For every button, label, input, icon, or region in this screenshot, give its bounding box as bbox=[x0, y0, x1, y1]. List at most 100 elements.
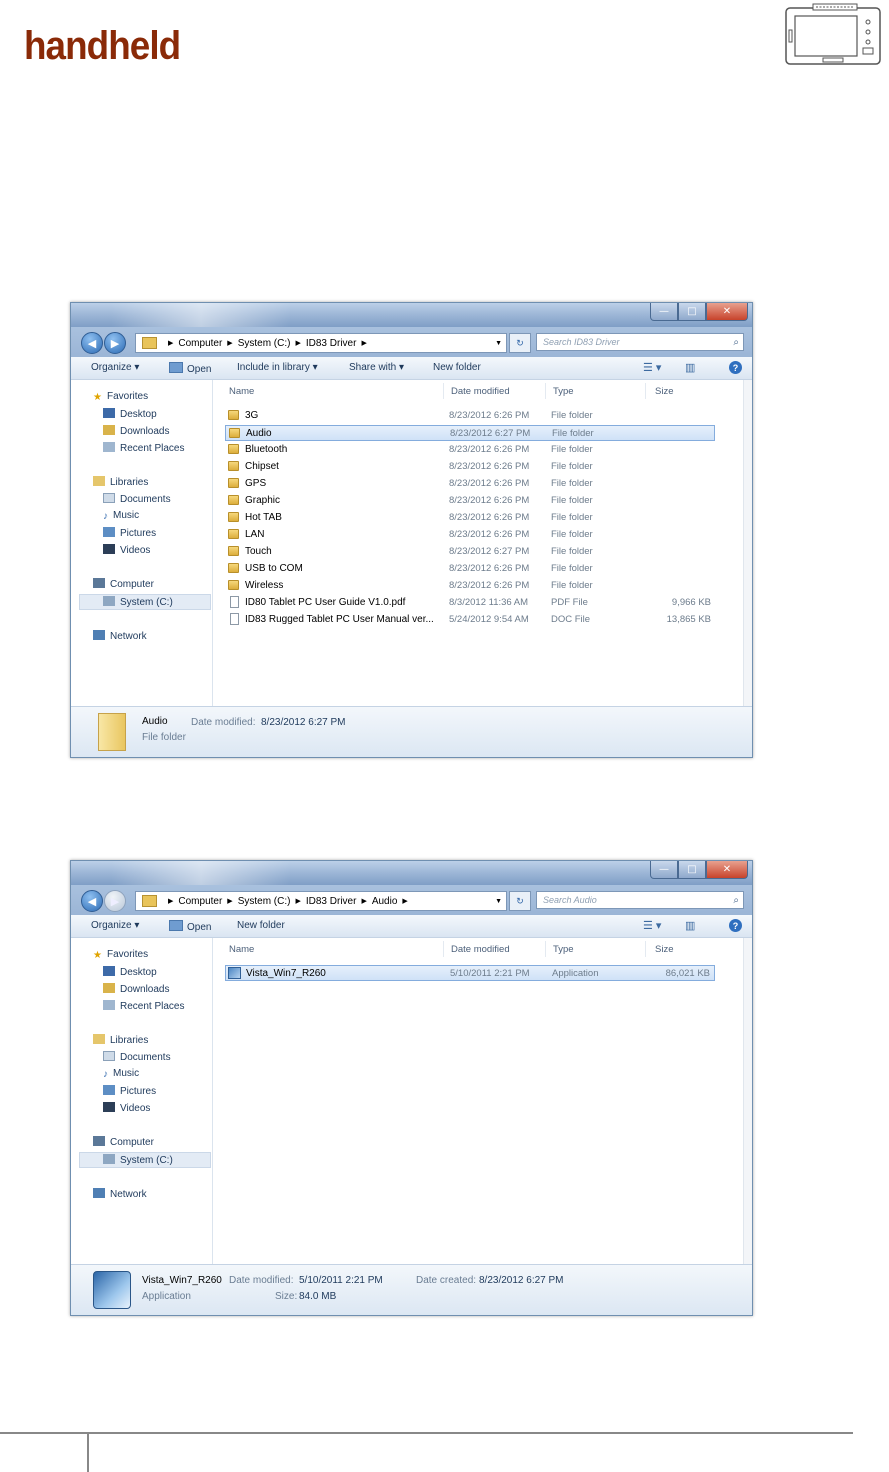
file-row[interactable]: GPS 8/23/2012 6:26 PM File folder bbox=[225, 476, 715, 492]
scrollbar[interactable] bbox=[743, 938, 752, 1265]
refresh-button[interactable]: ↻ bbox=[509, 333, 531, 353]
column-header-name[interactable]: Name bbox=[229, 944, 254, 955]
preview-pane-icon[interactable]: ▥ bbox=[685, 361, 695, 374]
folder-icon bbox=[142, 895, 157, 907]
file-row[interactable]: 3G 8/23/2012 6:26 PM File folder bbox=[225, 408, 715, 424]
nav-videos[interactable]: Videos bbox=[103, 544, 150, 556]
nav-documents[interactable]: Documents bbox=[103, 1051, 171, 1063]
title-bar[interactable]: — □ ✕ bbox=[71, 861, 752, 885]
chevron-down-icon[interactable]: ▼ bbox=[495, 340, 502, 347]
nav-label: Computer bbox=[110, 1137, 154, 1148]
forward-button[interactable]: ▶ bbox=[104, 890, 126, 912]
nav-downloads[interactable]: Downloads bbox=[103, 983, 169, 995]
scrollbar[interactable] bbox=[743, 380, 752, 707]
search-input[interactable]: Search Audio ⌕ bbox=[536, 891, 744, 909]
breadcrumb-audio[interactable]: Audio bbox=[372, 896, 398, 907]
nav-videos[interactable]: Videos bbox=[103, 1102, 150, 1114]
refresh-button[interactable]: ↻ bbox=[509, 891, 531, 911]
file-name: Wireless bbox=[245, 580, 284, 591]
search-input[interactable]: Search ID83 Driver ⌕ bbox=[536, 333, 744, 351]
minimize-button[interactable]: — bbox=[650, 861, 678, 879]
nav-network[interactable]: Network bbox=[93, 630, 147, 642]
nav-system-c[interactable]: System (C:) bbox=[103, 1154, 173, 1166]
column-header-date[interactable]: Date modified bbox=[451, 944, 510, 955]
new-folder-button[interactable]: New folder bbox=[237, 920, 285, 931]
column-header-type[interactable]: Type bbox=[553, 386, 574, 397]
file-row[interactable]: LAN 8/23/2012 6:26 PM File folder bbox=[225, 527, 715, 543]
column-header-date[interactable]: Date modified bbox=[451, 386, 510, 397]
breadcrumb-computer[interactable]: Computer bbox=[178, 896, 222, 907]
include-in-library-button[interactable]: Include in library ▾ bbox=[237, 362, 318, 373]
nav-recent-places[interactable]: Recent Places bbox=[103, 1000, 184, 1012]
column-header-name[interactable]: Name bbox=[229, 386, 254, 397]
nav-downloads[interactable]: Downloads bbox=[103, 425, 169, 437]
breadcrumb-id83-driver[interactable]: ID83 Driver bbox=[306, 896, 357, 907]
open-button[interactable]: Open bbox=[169, 362, 211, 375]
nav-music[interactable]: ♪ Music bbox=[103, 510, 139, 522]
column-header-size[interactable]: Size bbox=[655, 944, 673, 955]
nav-system-c[interactable]: System (C:) bbox=[103, 596, 173, 608]
column-header-size[interactable]: Size bbox=[655, 386, 673, 397]
file-row[interactable]: Wireless 8/23/2012 6:26 PM File folder bbox=[225, 578, 715, 594]
nav-pictures[interactable]: Pictures bbox=[103, 1085, 156, 1097]
minimize-button[interactable]: — bbox=[650, 303, 678, 321]
file-name: 3G bbox=[245, 410, 259, 421]
nav-pictures[interactable]: Pictures bbox=[103, 527, 156, 539]
nav-music[interactable]: ♪ Music bbox=[103, 1068, 139, 1080]
breadcrumb-system[interactable]: System (C:) bbox=[238, 338, 291, 349]
nav-network[interactable]: Network bbox=[93, 1188, 147, 1200]
close-button[interactable]: ✕ bbox=[706, 861, 748, 879]
nav-label: Libraries bbox=[110, 477, 149, 488]
file-row[interactable]: Audio 8/23/2012 6:27 PM File folder bbox=[225, 425, 715, 441]
file-row[interactable]: Hot TAB 8/23/2012 6:26 PM File folder bbox=[225, 510, 715, 526]
file-row[interactable]: Chipset 8/23/2012 6:26 PM File folder bbox=[225, 459, 715, 475]
footer-divider bbox=[87, 1432, 89, 1472]
back-button[interactable]: ◀ bbox=[81, 890, 103, 912]
nav-favorites[interactable]: ★ Favorites bbox=[93, 949, 148, 961]
breadcrumb-id83-driver[interactable]: ID83 Driver bbox=[306, 338, 357, 349]
nav-documents[interactable]: Documents bbox=[103, 493, 171, 505]
file-row[interactable]: ID80 Tablet PC User Guide V1.0.pdf 8/3/20… bbox=[225, 595, 715, 611]
maximize-button[interactable]: □ bbox=[678, 303, 706, 321]
nav-desktop[interactable]: Desktop bbox=[103, 966, 157, 978]
file-row[interactable]: Vista_Win7_R260 5/10/2011 2:21 PM Applicat… bbox=[225, 965, 715, 981]
help-icon[interactable]: ? bbox=[729, 919, 742, 932]
forward-button[interactable]: ▶ bbox=[104, 332, 126, 354]
organize-button[interactable]: Organize ▾ bbox=[91, 920, 139, 931]
nav-computer[interactable]: Computer bbox=[93, 578, 154, 590]
file-date: 8/23/2012 6:27 PM bbox=[450, 428, 531, 439]
file-row[interactable]: ID83 Rugged Tablet PC User Manual ver...… bbox=[225, 612, 715, 628]
open-button[interactable]: Open bbox=[169, 920, 211, 933]
view-options-icon[interactable]: ☰ ▾ bbox=[643, 919, 661, 932]
share-with-button[interactable]: Share with ▾ bbox=[349, 362, 404, 373]
preview-pane-icon[interactable]: ▥ bbox=[685, 919, 695, 932]
view-options-icon[interactable]: ☰ ▾ bbox=[643, 361, 661, 374]
organize-button[interactable]: Organize ▾ bbox=[91, 362, 139, 373]
new-folder-button[interactable]: New folder bbox=[433, 362, 481, 373]
column-header-type[interactable]: Type bbox=[553, 944, 574, 955]
chevron-down-icon[interactable]: ▼ bbox=[495, 898, 502, 905]
maximize-button[interactable]: □ bbox=[678, 861, 706, 879]
address-bar[interactable]: ▶ Computer ▶ System (C:) ▶ ID83 Driver ▶ Aud… bbox=[135, 891, 507, 911]
nav-label: Videos bbox=[120, 1103, 151, 1114]
nav-recent-places[interactable]: Recent Places bbox=[103, 442, 184, 454]
back-button[interactable]: ◀ bbox=[81, 332, 103, 354]
nav-desktop[interactable]: Desktop bbox=[103, 408, 157, 420]
videos-icon bbox=[103, 544, 115, 554]
breadcrumb-computer[interactable]: Computer bbox=[178, 338, 222, 349]
nav-computer[interactable]: Computer bbox=[93, 1136, 154, 1148]
nav-libraries[interactable]: Libraries bbox=[93, 1034, 148, 1046]
file-row[interactable]: Touch 8/23/2012 6:27 PM File folder bbox=[225, 544, 715, 560]
file-row[interactable]: USB to COM 8/23/2012 6:26 PM File folder bbox=[225, 561, 715, 577]
breadcrumb-system[interactable]: System (C:) bbox=[238, 896, 291, 907]
file-row[interactable]: Bluetooth 8/23/2012 6:26 PM File folder bbox=[225, 442, 715, 458]
nav-libraries[interactable]: Libraries bbox=[93, 476, 148, 488]
file-row[interactable]: Graphic 8/23/2012 6:26 PM File folder bbox=[225, 493, 715, 509]
help-icon[interactable]: ? bbox=[729, 361, 742, 374]
nav-label: Network bbox=[110, 1189, 147, 1200]
title-bar[interactable]: — □ ✕ bbox=[71, 303, 752, 327]
address-bar[interactable]: ▶ Computer ▶ System (C:) ▶ ID83 Driver ▶ ▼ bbox=[135, 333, 507, 353]
nav-favorites[interactable]: ★ Favorites bbox=[93, 391, 148, 403]
close-button[interactable]: ✕ bbox=[706, 303, 748, 321]
file-type: Application bbox=[552, 968, 599, 979]
